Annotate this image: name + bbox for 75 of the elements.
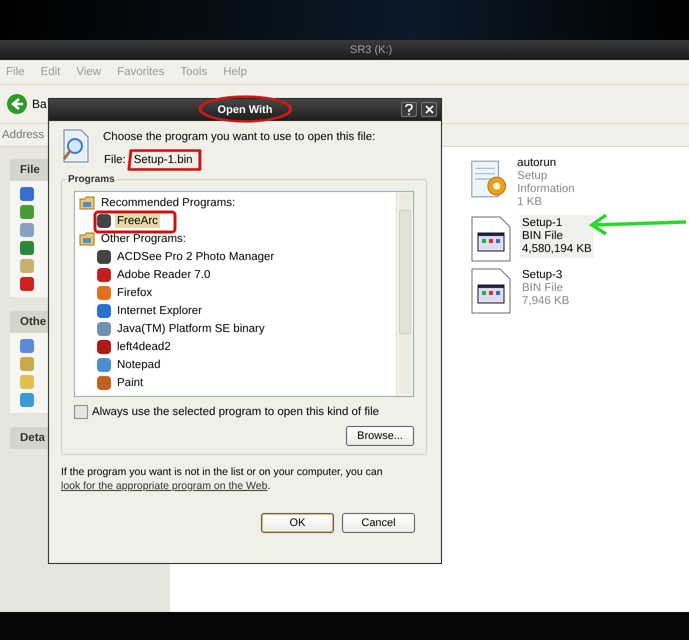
file-size: 4,580,194 KB — [522, 243, 592, 256]
prompt-text: Choose the program you want to use to open this file: — [103, 131, 376, 143]
program-row[interactable]: Notepad — [79, 356, 392, 374]
task-icon[interactable] — [20, 339, 34, 353]
file-type: BIN File — [522, 282, 564, 295]
file-item[interactable]: autorun Setup Information 1 KB — [470, 155, 600, 211]
program-icon — [97, 376, 111, 390]
file-type: Setup Information — [517, 170, 576, 196]
program-row[interactable]: Java(TM) Platform SE binary — [79, 320, 392, 338]
file-size: 1 KB — [517, 196, 544, 209]
file-name: autorun — [517, 157, 558, 170]
browse-button[interactable]: Browse... — [346, 426, 414, 446]
help-button[interactable] — [401, 102, 417, 117]
dialog-title: Open With — [218, 104, 272, 116]
program-name: Java(TM) Platform SE binary — [116, 322, 266, 336]
dialog-button[interactable]: OK — [261, 513, 334, 533]
task-icon[interactable] — [20, 205, 34, 219]
task-icon[interactable] — [20, 393, 34, 407]
program-icon — [97, 250, 111, 264]
always-use-checkbox[interactable]: Always use the selected program to open this kind of file — [74, 405, 414, 419]
program-icon — [97, 304, 111, 318]
program-icon — [97, 322, 111, 336]
program-icon — [97, 340, 111, 354]
file-name: Setup-1 — [522, 217, 564, 230]
group-label: Programs — [67, 174, 116, 185]
program-icon — [97, 214, 111, 228]
program-name: Paint — [116, 376, 144, 390]
file-item[interactable]: Setup-3 BIN File 7,946 KB — [470, 267, 600, 315]
category-label: Recommended Programs: — [100, 196, 236, 210]
scrollbar[interactable] — [396, 192, 413, 396]
program-icon — [97, 286, 111, 300]
program-row[interactable]: Paint — [79, 374, 392, 392]
category-row[interactable]: Recommended Programs: — [79, 194, 392, 212]
back-button[interactable]: Ba — [4, 91, 49, 117]
scroll-thumb[interactable] — [399, 210, 411, 334]
task-icon[interactable] — [20, 241, 34, 255]
document-search-icon — [61, 129, 91, 163]
address-label: Address — [2, 129, 44, 141]
task-icon[interactable] — [20, 187, 34, 201]
web-link[interactable]: look for the appropriate program on the Web — [61, 480, 268, 492]
program-name: Adobe Reader 7.0 — [116, 268, 212, 282]
file-label: File: — [104, 154, 126, 166]
help-text: If the program you want is not in the list or on your computer, you can look for the appropriate program on the Web. — [61, 465, 384, 493]
category-label: Other Programs: — [100, 232, 187, 246]
checkbox-label: Always use the selected program to open this kind of file — [92, 406, 380, 418]
program-row[interactable]: left4dead2 — [79, 338, 392, 356]
program-row[interactable]: Firefox — [79, 284, 392, 302]
program-name: FreeArc — [115, 214, 160, 228]
file-name: Setup-3 — [522, 269, 564, 282]
close-button[interactable] — [421, 102, 437, 117]
folder-icon — [79, 232, 95, 246]
file-type: BIN File — [522, 230, 564, 243]
window-title: SR3 (K:) — [350, 44, 392, 56]
program-name: left4dead2 — [116, 340, 172, 354]
program-icon — [97, 358, 111, 372]
task-icon[interactable] — [20, 277, 34, 291]
checkbox[interactable] — [74, 405, 88, 419]
program-name: ACDSee Pro 2 Photo Manager — [116, 250, 276, 264]
program-row[interactable]: FreeArc — [79, 212, 392, 230]
help-icon — [405, 104, 413, 115]
program-row[interactable]: Internet Explorer — [79, 302, 392, 320]
program-name: Notepad — [116, 358, 162, 372]
program-icon — [97, 268, 111, 282]
task-icon[interactable] — [20, 223, 34, 237]
dialog-button[interactable]: Cancel — [342, 513, 415, 533]
program-name: Firefox — [116, 286, 154, 300]
close-icon — [424, 105, 434, 114]
file-name-value: Setup-1.bin — [134, 154, 193, 166]
file-size: 7,946 KB — [522, 295, 570, 308]
category-row[interactable]: Other Programs: — [79, 230, 392, 248]
task-icon[interactable] — [20, 357, 34, 371]
program-row[interactable]: ACDSee Pro 2 Photo Manager — [79, 248, 392, 266]
program-name: Internet Explorer — [116, 304, 204, 318]
program-row[interactable]: Adobe Reader 7.0 — [79, 266, 392, 284]
folder-icon — [79, 196, 95, 210]
